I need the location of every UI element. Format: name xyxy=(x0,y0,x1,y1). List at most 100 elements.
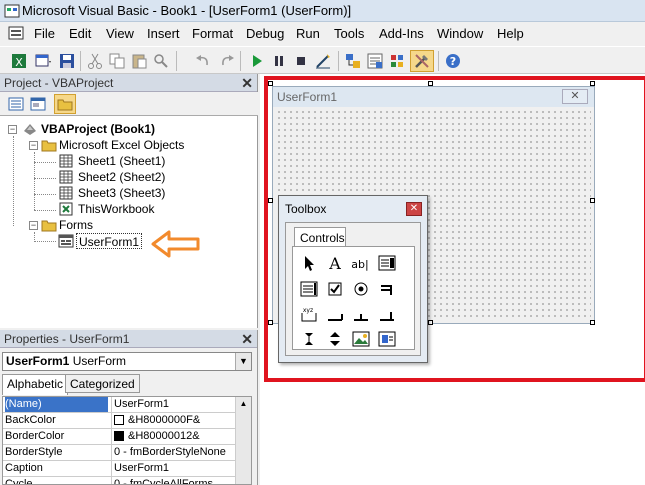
menu-insert[interactable]: Insert xyxy=(147,26,180,41)
close-icon[interactable]: ✕ xyxy=(406,202,422,216)
combobox-icon[interactable] xyxy=(377,253,397,273)
property-name: BorderColor xyxy=(5,430,65,442)
properties-scrollbar[interactable]: ▲ xyxy=(235,397,251,484)
object-type: UserForm xyxy=(72,354,127,368)
save-icon[interactable] xyxy=(58,52,76,70)
tabstrip-icon[interactable] xyxy=(351,305,371,325)
property-row[interactable]: Cycle 0 - fmCycleAllForms xyxy=(3,477,237,484)
collapse-toggle[interactable]: − xyxy=(29,141,38,150)
property-row[interactable]: Caption UserForm1 xyxy=(3,461,237,477)
sheet-icon xyxy=(59,154,73,168)
toggle-button-icon[interactable] xyxy=(377,279,397,299)
menu-debug[interactable]: Debug xyxy=(246,26,284,41)
listbox-icon[interactable] xyxy=(299,279,319,299)
vba-project-icon xyxy=(24,124,36,135)
menu-tools[interactable]: Tools xyxy=(334,26,364,41)
image-icon[interactable] xyxy=(351,329,371,349)
property-value[interactable]: UserForm1 xyxy=(111,397,237,413)
property-row[interactable]: BackColor &H8000000F& xyxy=(3,413,237,429)
menu-format[interactable]: Format xyxy=(192,26,233,41)
svg-text:?: ? xyxy=(450,55,456,68)
menu-bar: File Edit View Insert Format Debug Run T… xyxy=(0,22,645,44)
reset-icon[interactable] xyxy=(292,52,310,70)
menu-help[interactable]: Help xyxy=(497,26,524,41)
break-icon[interactable] xyxy=(270,52,288,70)
tree-excel-objects[interactable]: Microsoft Excel Objects xyxy=(59,137,184,153)
object-browser-icon[interactable] xyxy=(388,52,406,70)
menu-add-ins[interactable]: Add-Ins xyxy=(379,26,424,41)
textbox-icon[interactable]: ab| xyxy=(351,253,371,273)
property-value-text: &H80000012& xyxy=(128,430,200,442)
tree-thisworkbook[interactable]: ThisWorkbook xyxy=(78,201,154,217)
checkbox-icon[interactable] xyxy=(325,279,345,299)
close-icon[interactable]: ✕ xyxy=(241,75,253,92)
view-code-icon[interactable] xyxy=(8,96,24,112)
frame-icon[interactable]: xyz xyxy=(299,305,319,325)
properties-window-icon[interactable] xyxy=(366,52,384,70)
properties-panel-title: Properties - UserForm1 xyxy=(4,332,130,346)
select-objects-icon[interactable] xyxy=(299,253,319,273)
tree-vbaproject[interactable]: VBAProject (Book1) xyxy=(41,121,155,137)
multipage-icon[interactable] xyxy=(377,305,397,325)
tree-sheet2[interactable]: Sheet2 (Sheet2) xyxy=(78,169,165,185)
tree-userform1[interactable]: UserForm1 xyxy=(76,233,143,249)
close-icon[interactable]: ✕ xyxy=(241,331,253,348)
property-value[interactable]: &H80000012& xyxy=(111,429,237,445)
menu-run[interactable]: Run xyxy=(296,26,320,41)
redo-icon[interactable] xyxy=(218,52,236,70)
property-value[interactable]: 0 - fmBorderStyleNone xyxy=(111,445,237,461)
folder-icon xyxy=(41,140,57,152)
undo-icon[interactable] xyxy=(194,52,212,70)
run-icon[interactable] xyxy=(248,52,266,70)
svg-text:X: X xyxy=(15,56,23,69)
collapse-toggle[interactable]: − xyxy=(29,221,38,230)
menu-edit[interactable]: Edit xyxy=(69,26,91,41)
tab-alphabetic[interactable]: Alphabetic xyxy=(2,374,69,395)
object-selector[interactable]: UserForm1 UserForm ▼ xyxy=(2,352,252,371)
menu-file[interactable]: File xyxy=(34,26,55,41)
toolbox-body: Controls A ab| xyz xyxy=(285,222,421,356)
property-name: BackColor xyxy=(5,414,56,426)
property-row[interactable]: BorderColor &H80000012& xyxy=(3,429,237,445)
tree-sheet3[interactable]: Sheet3 (Sheet3) xyxy=(78,185,165,201)
tab-controls[interactable]: Controls xyxy=(294,227,346,247)
form-system-icon[interactable] xyxy=(8,25,24,41)
menu-view[interactable]: View xyxy=(106,26,134,41)
sheet-icon xyxy=(59,186,73,200)
view-object-icon[interactable] xyxy=(30,96,46,112)
help-icon[interactable]: ? xyxy=(444,52,462,70)
excel-view-icon[interactable]: X xyxy=(10,52,28,70)
scroll-up-icon[interactable]: ▲ xyxy=(238,399,249,410)
workbook-icon xyxy=(59,202,73,216)
paste-icon[interactable] xyxy=(130,52,148,70)
object-name: UserForm1 xyxy=(6,354,70,368)
property-row[interactable]: BorderStyle 0 - fmBorderStyleNone xyxy=(3,445,237,461)
scrollbar-icon[interactable] xyxy=(299,329,319,349)
collapse-toggle[interactable]: − xyxy=(8,125,17,134)
tab-categorized[interactable]: Categorized xyxy=(65,374,140,393)
property-row[interactable]: (Name) UserForm1 xyxy=(3,397,237,413)
label-icon[interactable]: A xyxy=(325,253,345,273)
command-button-icon[interactable] xyxy=(325,305,345,325)
refedit-icon[interactable] xyxy=(377,329,397,349)
project-explorer-icon[interactable] xyxy=(344,52,362,70)
sheet-icon xyxy=(59,170,73,184)
find-icon[interactable] xyxy=(152,52,170,70)
spinbutton-icon[interactable] xyxy=(325,329,345,349)
design-mode-icon[interactable] xyxy=(314,52,332,70)
tree-sheet1[interactable]: Sheet1 (Sheet1) xyxy=(78,153,165,169)
toolbox-icon[interactable] xyxy=(413,52,431,70)
cut-icon[interactable] xyxy=(86,52,104,70)
chevron-down-icon[interactable]: ▼ xyxy=(235,353,251,370)
toggle-folders-icon[interactable] xyxy=(57,96,73,112)
tree-forms[interactable]: Forms xyxy=(59,217,93,233)
property-value[interactable]: &H8000000F& xyxy=(111,413,237,429)
project-panel-header: Project - VBAProject ✕ xyxy=(0,74,257,92)
copy-icon[interactable] xyxy=(108,52,126,70)
insert-userform-icon[interactable] xyxy=(34,52,52,70)
menu-window[interactable]: Window xyxy=(437,26,483,41)
option-button-icon[interactable] xyxy=(351,279,371,299)
property-value[interactable]: 0 - fmCycleAllForms xyxy=(111,477,237,484)
property-value[interactable]: UserForm1 xyxy=(111,461,237,477)
toolbox-window[interactable]: Toolbox ✕ Controls A ab| xyz xyxy=(278,195,428,363)
